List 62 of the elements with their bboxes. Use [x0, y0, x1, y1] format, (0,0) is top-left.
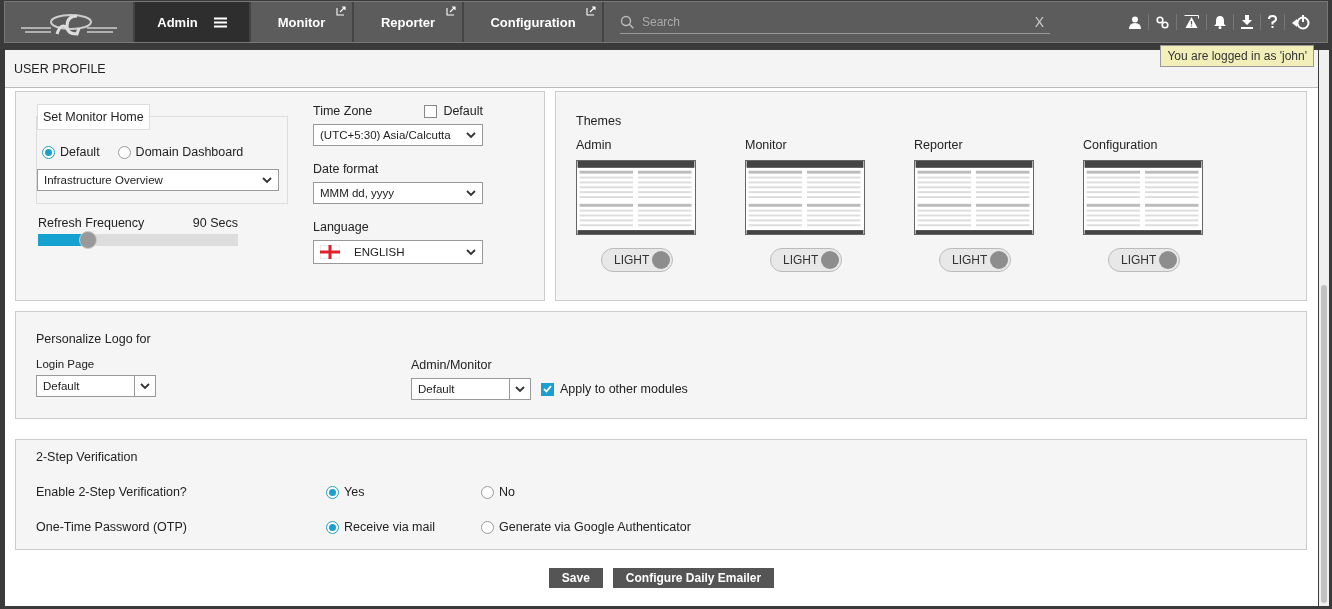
section-title: Personalize Logo for [36, 332, 152, 346]
theme-name: Configuration [1083, 138, 1159, 152]
radio-option[interactable]: Default [42, 145, 100, 159]
chevron-down-icon [140, 382, 150, 390]
warning-monitor-icon[interactable] [1184, 15, 1199, 29]
refresh-slider[interactable] [38, 234, 238, 246]
chevron-down-icon [515, 385, 525, 393]
refresh-reading: 90 Secs [192, 216, 238, 230]
chevron-down-icon [466, 248, 476, 256]
radio-option[interactable]: Receive via mail [326, 520, 435, 534]
help-icon[interactable] [1268, 15, 1277, 29]
external-link-icon [446, 6, 456, 16]
radio-option[interactable]: Generate via Google Authenticator [481, 520, 691, 534]
nav-tab[interactable]: Admin [135, 2, 251, 42]
theme-toggle[interactable]: LIGHT [939, 248, 1011, 272]
theme-name: Reporter [914, 138, 964, 152]
menu-icon [213, 16, 227, 28]
download-icon[interactable] [1241, 15, 1253, 29]
user-icon[interactable] [1129, 15, 1141, 29]
date-format-label: Date format [313, 162, 380, 176]
default-checkbox[interactable]: Default [424, 104, 483, 118]
external-link-icon [586, 6, 596, 16]
setting-label: Enable 2-Step Verification? [36, 485, 188, 499]
search-icon [620, 14, 634, 29]
time-zone-label: Time Zone [313, 104, 373, 118]
flag-icon [320, 245, 340, 259]
dashboard-dropdown[interactable]: Infrastructure Overview [37, 169, 279, 191]
check-icon [543, 385, 552, 393]
radio-option[interactable]: Domain Dashboard [117, 145, 244, 159]
chevron-down-icon [466, 131, 476, 139]
search-field[interactable]: Search X [620, 10, 1050, 34]
refresh-label: Refresh Frequency [38, 216, 145, 230]
external-link-icon [336, 6, 346, 16]
tooltip: You are logged in as 'john' [1160, 45, 1314, 67]
link-icon[interactable] [1156, 15, 1169, 29]
bell-icon[interactable] [1214, 15, 1226, 29]
section-title: 2-Step Verification [36, 450, 139, 464]
theme-name: Monitor [745, 138, 788, 152]
radio-option[interactable]: Yes [326, 485, 365, 499]
theme-toggle[interactable]: LIGHT [770, 248, 842, 272]
chevron-down-icon [262, 176, 272, 184]
theme-name: Admin [576, 138, 613, 152]
login-page-label: Login Page [36, 358, 96, 370]
section-legend: Set Monitor Home [37, 104, 150, 130]
language-label: Language [313, 220, 370, 234]
time-zone-dropdown[interactable]: (UTC+5:30) Asia/Calcutta [313, 124, 483, 146]
apply-checkbox[interactable]: Apply to other modules [541, 382, 688, 396]
clear-search-button[interactable]: X [1028, 13, 1050, 30]
slider-handle[interactable] [79, 231, 97, 249]
action-button[interactable]: Save [548, 568, 603, 588]
date-format-dropdown[interactable]: MMM dd, yyyy [313, 182, 483, 204]
setting-label: One-Time Password (OTP) [36, 520, 188, 534]
chevron-down-icon [466, 189, 476, 197]
action-button[interactable]: Configure Daily Emailer [612, 568, 775, 588]
admin-monitor-label: Admin/Monitor [411, 358, 493, 372]
radio-option[interactable]: No [481, 485, 515, 499]
themes-title: Themes [576, 114, 623, 128]
theme-toggle[interactable]: LIGHT [601, 248, 673, 272]
logout-icon[interactable] [1292, 14, 1310, 30]
theme-toggle[interactable]: LIGHT [1108, 248, 1180, 272]
scrollbar-thumb[interactable] [1321, 285, 1327, 603]
language-dropdown[interactable]: ENGLISH [313, 240, 483, 264]
